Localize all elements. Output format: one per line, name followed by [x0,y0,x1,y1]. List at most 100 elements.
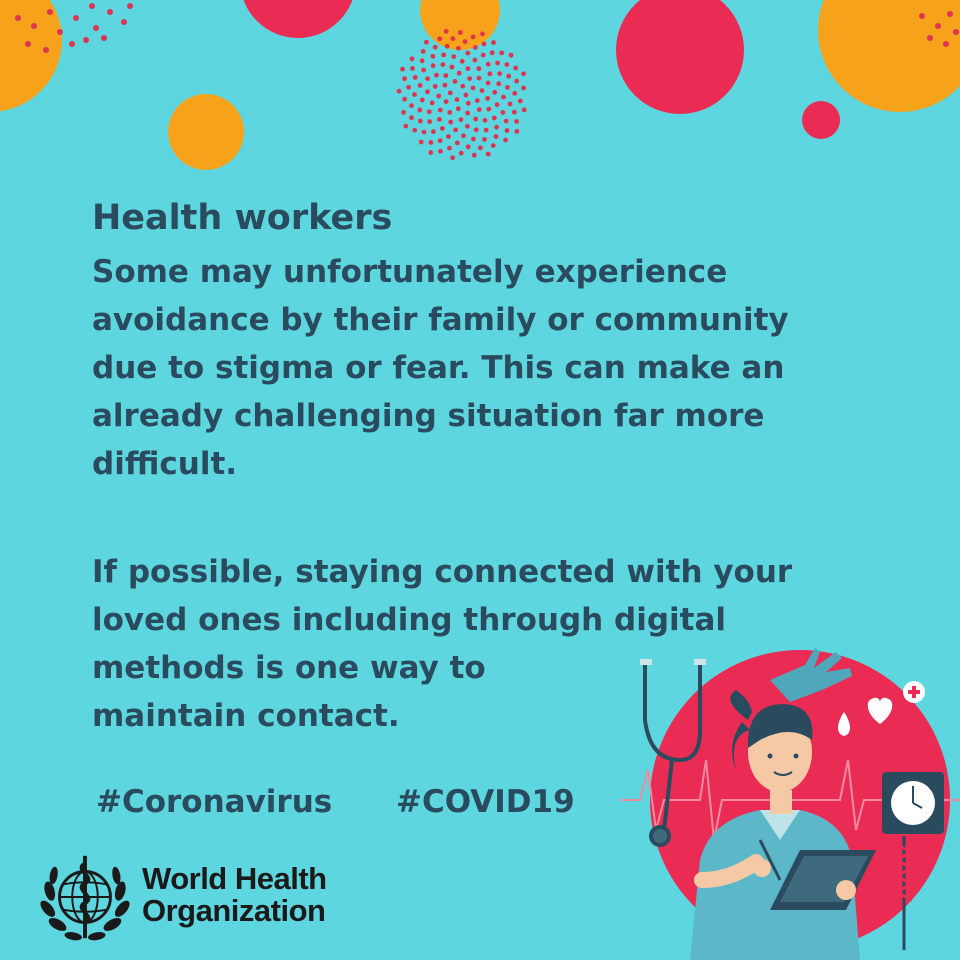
decorative-dot [470,85,476,91]
decorative-dot [437,138,443,144]
decorative-shapes [0,0,960,170]
decorative-dot [506,73,512,79]
decorative-dot [421,67,426,73]
decorative-dot [409,103,414,108]
decorative-dot [493,134,499,139]
decorative-dot [448,119,454,125]
decorative-dot [451,54,457,59]
decorative-dot [452,79,458,84]
decorative-dot [454,140,460,146]
decorative-dot [462,39,468,45]
decorative-dot [471,136,476,142]
decorative-dot [403,123,409,129]
decorative-dot [501,94,506,100]
decorative-dot [463,92,469,98]
decorative-dot [492,89,498,95]
decorative-dot [444,43,450,49]
decorative-dot [418,139,424,145]
paragraph-2-line: loved ones including through digital [92,602,727,638]
decorative-dot [459,58,465,64]
decorative-dot [438,148,443,154]
decorative-dot [480,31,485,37]
decorative-dot [482,117,488,123]
decorative-dot [461,133,466,139]
decorative-dot [449,64,455,70]
decorative-dot [402,96,407,102]
red-circle-top-right [616,0,744,114]
decorative-dot [490,143,496,149]
decorative-dot [400,66,405,72]
decorative-dot [443,99,449,104]
decorative-dot [476,66,482,72]
decorative-dot [456,70,462,76]
decorative-dot [521,107,527,113]
decorative-dot [417,83,423,88]
decorative-dot [489,50,495,56]
decorative-dot [505,85,510,90]
decorative-dot [476,107,482,112]
decorative-dot [431,129,436,135]
decorative-dot [450,36,456,42]
red-circle-top [243,0,353,38]
decorative-dot [436,93,442,99]
decorative-dot [437,36,443,42]
decorative-dot [508,52,514,58]
decorative-dot [465,50,471,56]
paragraph-1-line: avoidance by their family or community [92,302,789,338]
decorative-dot [456,45,461,51]
decorative-dot [430,53,436,59]
decorative-dot [472,57,478,63]
decorative-dot [409,56,415,62]
decorative-dot [432,44,438,50]
decorative-dot [421,129,427,135]
decorative-dot [437,117,442,122]
decorative-dot [426,109,432,115]
decorative-dot [465,110,471,116]
decorative-dot [454,97,460,102]
decorative-dot [455,106,461,112]
decorative-dot [479,88,485,93]
decorative-dot [447,110,453,115]
decorative-dot [465,144,471,150]
decorative-dot [504,128,510,133]
decorative-dot [443,73,449,78]
decorative-dot [485,80,491,86]
decorative-dot [450,155,455,161]
decorative-dot [481,41,487,47]
decorative-dot [430,63,436,69]
decorative-dot [412,127,418,133]
decorative-dot [472,45,478,50]
organization-name-line-2: Organization [142,893,326,928]
decorative-dot [412,92,417,97]
decorative-dot [427,119,433,125]
decorative-dot [500,110,506,115]
decorative-dot [460,83,466,89]
decorative-dot [419,97,425,103]
decorative-dot [458,117,464,122]
decorative-dot [429,100,435,106]
decorative-dot [494,124,499,130]
decorative-dot [406,84,411,90]
decorative-dot [425,76,430,82]
decorative-dot [434,72,439,78]
decorative-dot [417,118,423,124]
decorative-dot [478,145,483,151]
decorative-dot [419,58,425,64]
decorative-dot [491,40,496,45]
decorative-dot [402,76,407,82]
decorative-dot [517,98,523,104]
decorative-dot [447,90,453,96]
paragraph-1-line: Some may unfortunately experience [92,254,728,290]
decorative-dot [396,88,402,94]
decorative-dot [420,49,426,54]
decorative-dot [499,50,505,56]
paragraph-1: Some may unfortunately experience avoida… [92,248,852,488]
decorative-dot [485,151,491,157]
decorative-dot [453,127,459,133]
decorative-dot [474,98,480,103]
decorative-dot [440,62,446,67]
orange-circle-top-center [420,0,500,50]
paragraph-1-line: difficult. [92,446,238,482]
decorative-dot [507,101,513,107]
decorative-dot [503,137,508,143]
